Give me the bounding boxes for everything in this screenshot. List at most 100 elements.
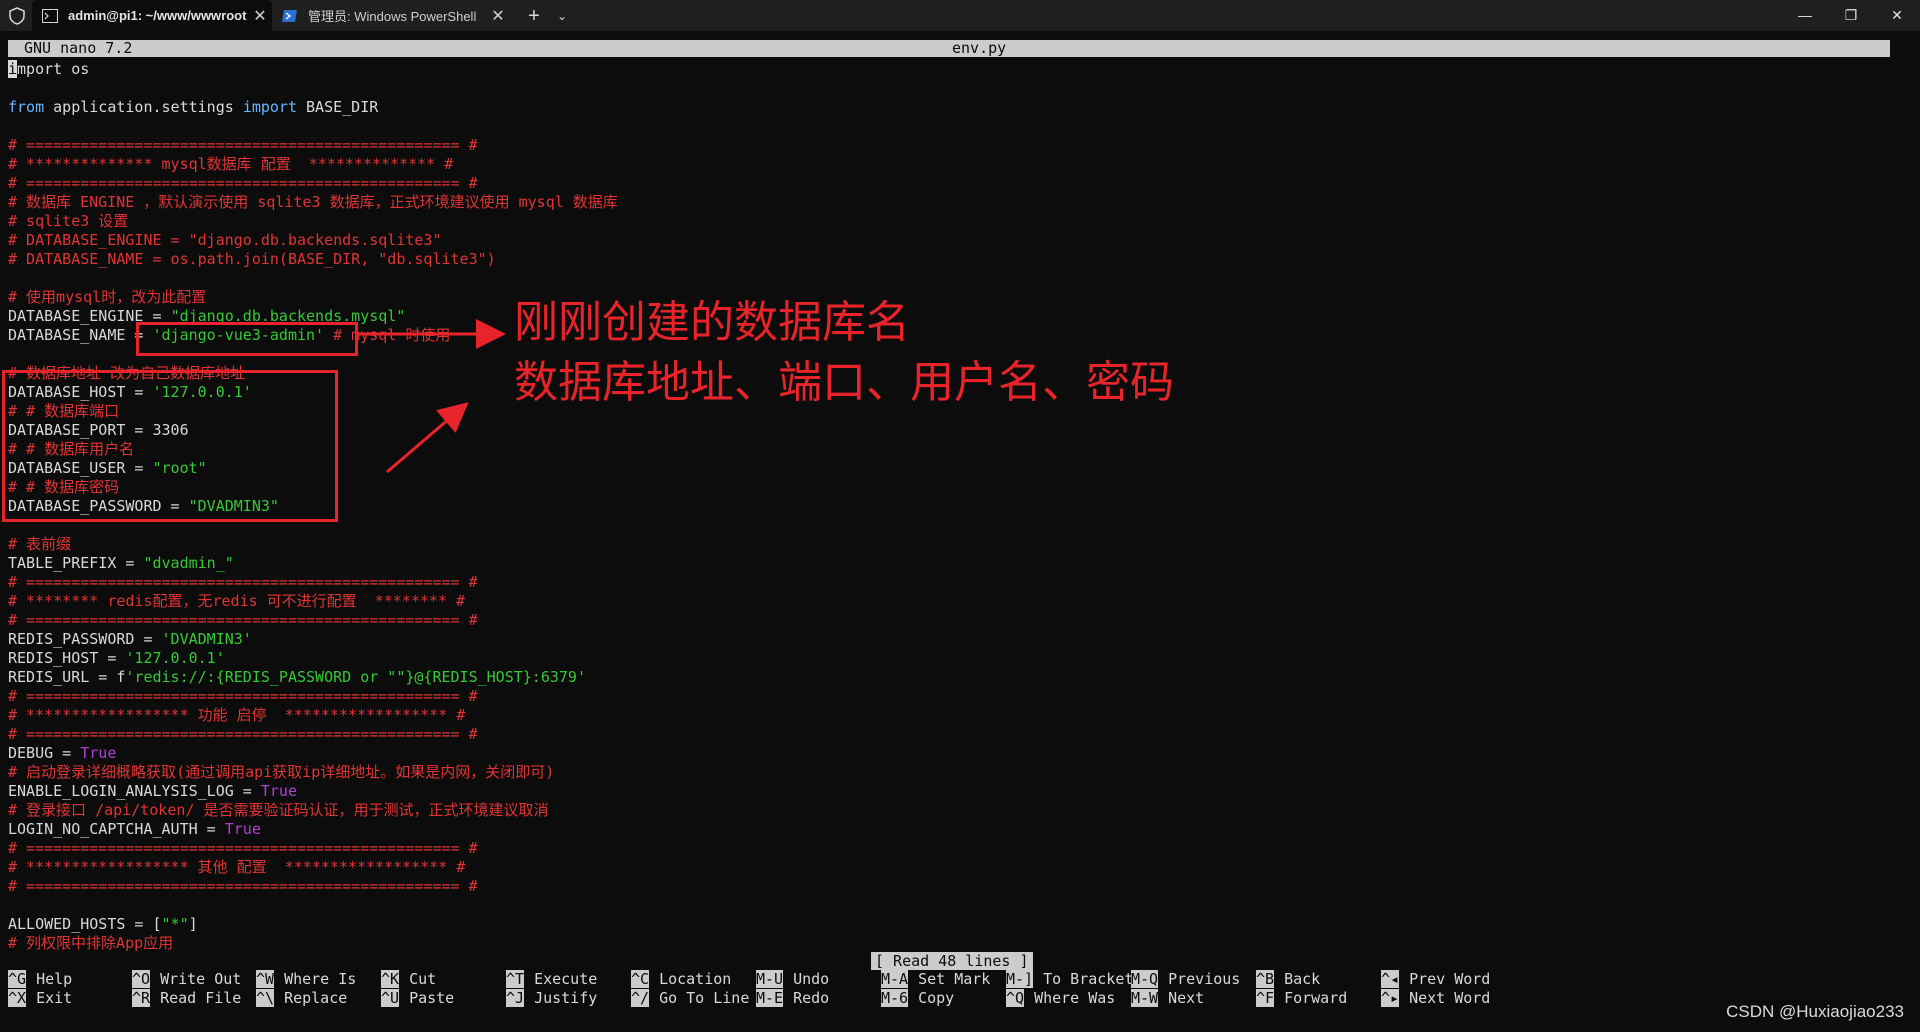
- shortcut-label: Read File: [160, 989, 242, 1007]
- code-line: REDIS_URL = f'redis://:{REDIS_PASSWORD o…: [8, 668, 1888, 687]
- code-token: i: [8, 60, 18, 78]
- code-token: BASE_DIR: [297, 98, 379, 116]
- shortcut-bar: ^G Help ^X Exit ^O Write Out ^R Read File ^W Wher…: [8, 970, 1908, 1010]
- shortcut-key: M-U: [756, 970, 784, 988]
- code-token: # ****************** 功能 启停 *************…: [8, 706, 466, 724]
- shortcut-label: Help: [36, 970, 73, 988]
- shortcut-item: ^G Help: [8, 970, 72, 989]
- code-line: # 表前缀: [8, 535, 1888, 554]
- code-token: REDIS_PASSWORD =: [8, 630, 162, 648]
- code-line: # ======================================…: [8, 839, 1888, 858]
- shortcut-label: Back: [1284, 970, 1321, 988]
- code-token: # ======================================…: [8, 687, 478, 705]
- code-token: # 使用mysql时，改为此配置: [8, 288, 207, 306]
- tab-powershell[interactable]: 管理员: Windows PowerShell ✕: [272, 0, 510, 31]
- code-token: REDIS_URL = f: [8, 668, 126, 686]
- code-line: # ************** mysql数据库 配置 ***********…: [8, 155, 1888, 174]
- code-token: # ======================================…: [8, 725, 478, 743]
- shortcut-label: Write Out: [160, 970, 242, 988]
- code-token: from: [8, 98, 45, 116]
- tab-close-icon[interactable]: ✕: [248, 6, 272, 26]
- code-token: # ======================================…: [8, 573, 478, 591]
- code-token: DEBUG =: [8, 744, 81, 762]
- shortcut-item: ^C Location: [631, 970, 731, 989]
- tab-close-icon[interactable]: ✕: [486, 6, 510, 26]
- minimize-button[interactable]: —: [1782, 0, 1828, 31]
- code-token: 'DVADMIN3': [161, 630, 252, 648]
- code-line: # ****************** 功能 启停 *************…: [8, 706, 1888, 725]
- restore-button[interactable]: ❐: [1828, 0, 1874, 31]
- shortcut-key: ^X: [8, 989, 27, 1007]
- code-line: # ======================================…: [8, 725, 1888, 744]
- shortcut-label: Location: [659, 970, 732, 988]
- shortcut-item: ^J Justify: [506, 989, 597, 1008]
- shortcut-item: ^X Exit: [8, 989, 72, 1008]
- shortcut-label: Go To Line: [659, 989, 750, 1007]
- shortcut-label: Previous: [1168, 970, 1241, 988]
- terminal-icon: [42, 8, 58, 23]
- shortcut-item: M-A Set Mark: [881, 970, 990, 989]
- code-token: # DATABASE_ENGINE = "django.db.backends.…: [8, 231, 442, 249]
- code-line: REDIS_PASSWORD = 'DVADMIN3': [8, 630, 1888, 649]
- window-titlebar: admin@pi1: ~/www/wwwroot ✕ 管理员: Windows …: [0, 0, 1920, 31]
- shortcut-key: ^▸: [1381, 989, 1400, 1007]
- code-line: # ======================================…: [8, 611, 1888, 630]
- db-name-highlight-box: [136, 322, 358, 356]
- code-line: # ======================================…: [8, 174, 1888, 193]
- shortcut-item: M-Q Previous: [1131, 970, 1240, 989]
- shortcut-label: Forward: [1284, 989, 1348, 1007]
- code-line: ALLOWED_HOSTS = ["*"]: [8, 915, 1888, 934]
- tab-label: 管理员: Windows PowerShell: [308, 9, 477, 24]
- shortcut-key: M-Q: [1131, 970, 1159, 988]
- code-token: # ======================================…: [8, 174, 478, 192]
- shortcut-label: Justify: [534, 989, 598, 1007]
- code-token: # 列权限中排除App应用: [8, 934, 174, 952]
- close-window-button[interactable]: ✕: [1874, 0, 1920, 31]
- code-token: # sqlite3 设置: [8, 212, 129, 230]
- code-line: import os: [8, 60, 1888, 79]
- code-token: # ======================================…: [8, 611, 478, 629]
- nano-header-bar: GNU nano 7.2 env.py: [8, 40, 1890, 57]
- code-line: TABLE_PREFIX = "dvadmin_": [8, 554, 1888, 573]
- code-token: # ************** mysql数据库 配置 ***********…: [8, 155, 454, 173]
- code-line: # sqlite3 设置: [8, 212, 1888, 231]
- shortcut-item: M-6 Copy: [881, 989, 954, 1008]
- shortcut-key: ^K: [381, 970, 400, 988]
- code-line: # ======================================…: [8, 573, 1888, 592]
- shortcut-label: Redo: [793, 989, 830, 1007]
- code-line: ENABLE_LOGIN_ANALYSIS_LOG = True: [8, 782, 1888, 801]
- shortcut-key: ^T: [506, 970, 525, 988]
- shortcut-item: ^\ Replace: [256, 989, 347, 1008]
- code-token: application.settings: [44, 98, 243, 116]
- new-tab-button[interactable]: +: [522, 4, 546, 28]
- shortcut-key: M-E: [756, 989, 784, 1007]
- code-token: # DATABASE_NAME = os.path.join(BASE_DIR,…: [8, 250, 496, 268]
- shortcut-item: ^W Where Is: [256, 970, 356, 989]
- code-token: # 表前缀: [8, 535, 72, 553]
- shortcut-key: M-A: [881, 970, 909, 988]
- tab-dropdown-button[interactable]: ⌄: [552, 4, 572, 28]
- shortcut-label: To Bracket: [1043, 970, 1134, 988]
- code-line: LOGIN_NO_CAPTCHA_AUTH = True: [8, 820, 1888, 839]
- code-token: ENABLE_LOGIN_ANALYSIS_LOG =: [8, 782, 261, 800]
- tab-admin-terminal[interactable]: admin@pi1: ~/www/wwwroot ✕: [32, 0, 272, 31]
- code-token: # 启动登录详细概略获取(通过调用api获取ip详细地址。如果是内网，关闭即可): [8, 763, 555, 781]
- code-line: # 数据库 ENGINE ，默认演示使用 sqlite3 数据库，正式环境建议使…: [8, 193, 1888, 212]
- shortcut-label: Copy: [918, 989, 955, 1007]
- code-line: # 登录接口 /api/token/ 是否需要验证码认证，用于测试，正式环境建议…: [8, 801, 1888, 820]
- code-token: LOGIN_NO_CAPTCHA_AUTH =: [8, 820, 225, 838]
- code-token: "*": [161, 915, 189, 933]
- nano-version: GNU nano 7.2: [24, 39, 133, 57]
- shortcut-key: ^J: [506, 989, 525, 1007]
- shortcut-key: ^/: [631, 989, 650, 1007]
- code-token: True: [260, 782, 297, 800]
- code-token: import: [242, 98, 297, 116]
- code-token: 'redis://:{REDIS_PASSWORD or ""}@{REDIS_…: [125, 668, 586, 686]
- code-token: mport os: [17, 60, 90, 78]
- code-token: DATABASE_NAME =: [8, 326, 153, 344]
- code-line: # ******** redis配置，无redis 可不进行配置 *******…: [8, 592, 1888, 611]
